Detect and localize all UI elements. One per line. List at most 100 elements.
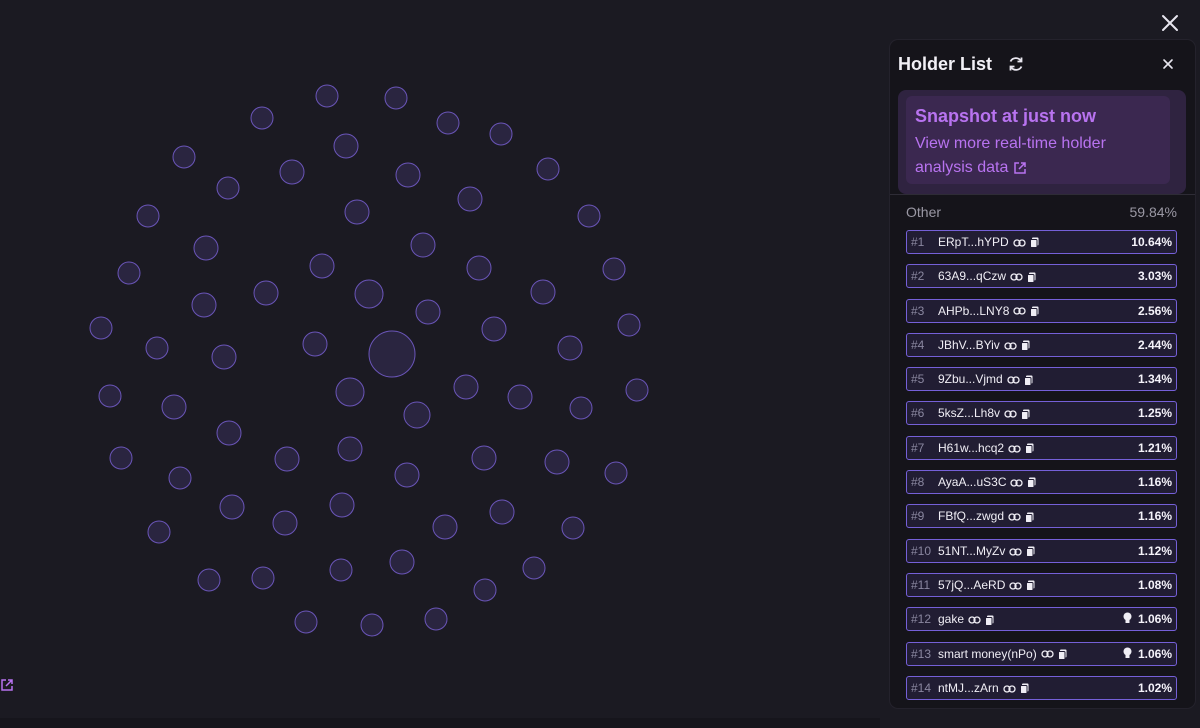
holder-bubble[interactable] xyxy=(457,186,483,212)
holder-bubble[interactable] xyxy=(403,401,431,429)
link-icon[interactable] xyxy=(1008,441,1021,455)
link-icon[interactable] xyxy=(1008,509,1021,523)
holder-bubble[interactable] xyxy=(432,514,458,540)
holder-bubble[interactable] xyxy=(453,374,479,400)
holder-bubble[interactable] xyxy=(335,377,365,407)
holder-bubble[interactable] xyxy=(389,549,415,575)
holder-row[interactable]: #1 ERpT...hYPD 10.64% xyxy=(906,230,1177,254)
holder-bubble[interactable] xyxy=(145,336,169,360)
copy-icon[interactable] xyxy=(1057,647,1067,661)
holder-bubble[interactable] xyxy=(315,84,339,108)
holder-bubble[interactable] xyxy=(384,86,408,110)
holder-bubble[interactable] xyxy=(522,556,546,580)
holder-bubble[interactable] xyxy=(557,335,583,361)
holder-bubble[interactable] xyxy=(147,520,171,544)
copy-icon[interactable] xyxy=(1025,509,1034,523)
holder-row[interactable]: #3 AHPb...LNY8 2.56% xyxy=(906,298,1177,323)
holder-bubble[interactable] xyxy=(333,133,359,159)
holder-row[interactable]: #6 5ksZ...Lh8v 1.25% xyxy=(906,401,1177,426)
holder-bubble[interactable] xyxy=(507,384,533,410)
holder-bubble[interactable] xyxy=(191,292,217,318)
holder-bubble[interactable] xyxy=(360,613,384,637)
holder-bubble[interactable] xyxy=(394,462,420,488)
holder-row[interactable]: #12 gake 1.06% xyxy=(906,607,1177,632)
copy-icon[interactable] xyxy=(1030,304,1039,318)
holder-bubble[interactable] xyxy=(168,466,192,490)
holder-bubble[interactable] xyxy=(272,510,298,536)
holder-row[interactable]: #5 9Zbu...Vjmd 1.34% xyxy=(906,367,1177,392)
copy-icon[interactable] xyxy=(1023,372,1033,386)
holder-bubble[interactable] xyxy=(337,436,363,462)
holder-bubble[interactable] xyxy=(625,378,649,402)
link-icon[interactable] xyxy=(1013,235,1026,249)
copy-icon[interactable] xyxy=(1025,441,1034,455)
holder-row[interactable]: #2 63A9...qCzw 3.03% xyxy=(906,264,1177,289)
holder-bubble[interactable] xyxy=(136,204,160,228)
copy-icon[interactable] xyxy=(1020,338,1030,352)
holder-bubble[interactable] xyxy=(294,610,318,634)
copy-icon[interactable] xyxy=(1029,235,1039,249)
link-icon[interactable] xyxy=(1003,681,1016,695)
link-icon[interactable] xyxy=(1009,578,1023,592)
link-icon[interactable] xyxy=(1004,406,1017,420)
holder-bubble[interactable] xyxy=(89,316,113,340)
link-icon[interactable] xyxy=(1041,647,1054,661)
holder-bubble[interactable] xyxy=(544,449,570,475)
copy-icon[interactable] xyxy=(1019,681,1029,695)
holder-bubble[interactable] xyxy=(211,344,237,370)
holder-bubble[interactable] xyxy=(489,122,513,146)
panel-close-icon[interactable] xyxy=(1160,56,1176,72)
holder-bubble[interactable] xyxy=(117,261,141,285)
holder-bubble[interactable] xyxy=(98,384,122,408)
holder-bubble[interactable] xyxy=(172,145,196,169)
copy-icon[interactable] xyxy=(1021,406,1030,420)
copy-icon[interactable] xyxy=(1026,544,1035,558)
holder-row[interactable]: #10 51NT...MyZv 1.12% xyxy=(906,538,1177,563)
holder-bubble[interactable] xyxy=(561,516,585,540)
holder-bubble[interactable] xyxy=(109,446,133,470)
holder-bubble[interactable] xyxy=(436,111,460,135)
holder-bubble[interactable] xyxy=(473,578,497,602)
snapshot-analysis-link[interactable]: View more real-time holder analysis data xyxy=(915,132,1155,180)
link-icon[interactable] xyxy=(1004,338,1017,352)
link-icon[interactable] xyxy=(1010,475,1024,489)
holder-bubble[interactable] xyxy=(481,316,507,342)
holder-row[interactable]: #8 AyaA...uS3C 1.16% xyxy=(906,470,1177,495)
holder-row[interactable]: #14 ntMJ...zArn 1.02% xyxy=(906,675,1177,700)
holder-bubble[interactable] xyxy=(368,330,416,378)
close-icon[interactable] xyxy=(1157,10,1183,36)
holder-bubble[interactable] xyxy=(329,558,353,582)
holder-row[interactable]: #9 FBfQ...zwgd 1.16% xyxy=(906,504,1177,529)
holder-row[interactable]: #11 57jQ...AeRD 1.08% xyxy=(906,572,1177,597)
copy-icon[interactable] xyxy=(1026,578,1035,592)
holder-bubble[interactable] xyxy=(161,394,187,420)
holder-bubble[interactable] xyxy=(309,253,335,279)
holder-bubble[interactable] xyxy=(354,279,384,309)
link-icon[interactable] xyxy=(1007,372,1020,386)
holder-bubble[interactable] xyxy=(395,162,421,188)
holder-bubble[interactable] xyxy=(530,279,556,305)
holder-row[interactable]: #13 smart money(nPo) 1.06% xyxy=(906,641,1177,666)
holder-bubble[interactable] xyxy=(216,176,240,200)
holder-bubble[interactable] xyxy=(279,159,305,185)
link-icon[interactable] xyxy=(968,612,981,626)
holder-row[interactable]: #4 JBhV...BYiv 2.44% xyxy=(906,332,1177,357)
holder-bubble[interactable] xyxy=(471,445,497,471)
holder-bubble-map[interactable] xyxy=(0,0,880,728)
holder-bubble[interactable] xyxy=(569,396,593,420)
holder-bubble[interactable] xyxy=(424,607,448,631)
holder-bubble[interactable] xyxy=(604,461,628,485)
copy-icon[interactable] xyxy=(1027,475,1036,489)
holder-bubble[interactable] xyxy=(193,235,219,261)
holder-bubble[interactable] xyxy=(415,299,441,325)
holder-bubble[interactable] xyxy=(344,199,370,225)
holder-bubble[interactable] xyxy=(219,494,245,520)
external-link-icon[interactable] xyxy=(0,678,14,692)
holder-bubble[interactable] xyxy=(536,157,560,181)
holder-bubble[interactable] xyxy=(489,499,515,525)
holder-bubble[interactable] xyxy=(250,106,274,130)
holder-bubble[interactable] xyxy=(617,313,641,337)
holder-row[interactable]: #7 H61w...hcq2 1.21% xyxy=(906,435,1177,460)
holder-bubble[interactable] xyxy=(302,331,328,357)
holder-bubble[interactable] xyxy=(251,566,275,590)
